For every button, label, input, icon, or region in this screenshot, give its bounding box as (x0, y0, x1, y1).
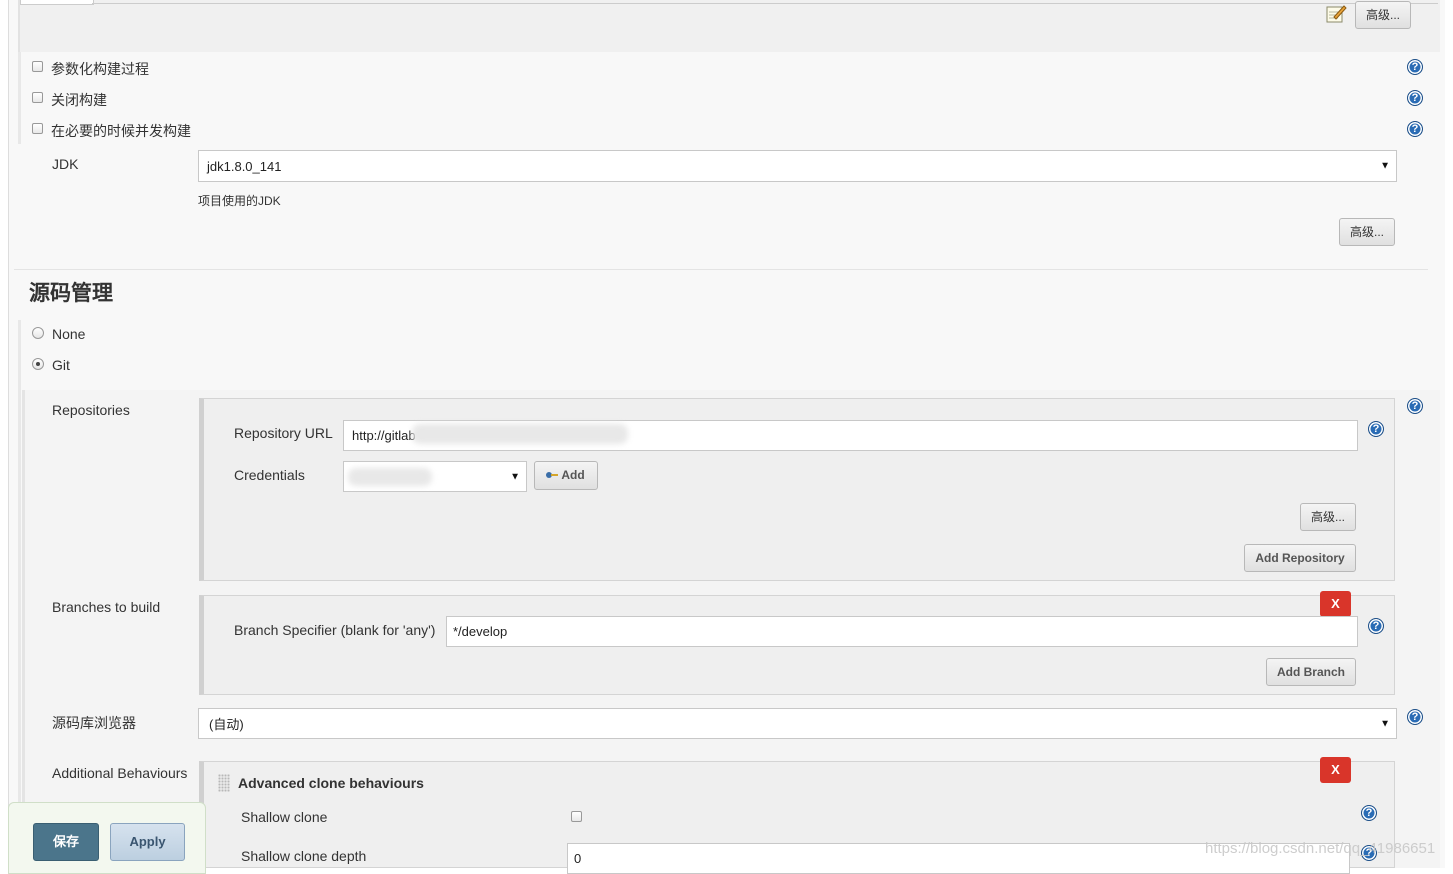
watermark: https://blog.csdn.net/qq_41986651 (1205, 840, 1436, 857)
behaviour-title: Advanced clone behaviours (238, 775, 424, 791)
apply-button[interactable]: Apply (110, 823, 185, 861)
remove-behaviour-button[interactable]: X (1320, 757, 1351, 783)
branch-specifier-label: Branch Specifier (blank for 'any') (234, 622, 436, 638)
repository-browser-label: 源码库浏览器 (52, 715, 136, 731)
help-icon[interactable]: ? (1407, 90, 1423, 106)
shallow-clone-checkbox[interactable] (571, 811, 582, 822)
repositories-label: Repositories (52, 402, 130, 418)
help-icon[interactable]: ? (1407, 121, 1423, 137)
add-repository-button[interactable]: Add Repository (1244, 544, 1356, 572)
help-icon[interactable]: ? (1407, 398, 1423, 414)
repository-advanced-button[interactable]: 高级... (1300, 503, 1356, 531)
help-icon[interactable]: ? (1361, 805, 1377, 821)
repository-url-value: http://gitlab (352, 428, 416, 443)
add-branch-button[interactable]: Add Branch (1266, 658, 1356, 686)
drag-handle-icon[interactable] (218, 774, 230, 792)
branches-to-build-label: Branches to build (52, 599, 161, 615)
scm-git-label: Git (52, 357, 70, 373)
notepad-icon[interactable] (1325, 4, 1347, 24)
concurrent-build-checkbox[interactable] (32, 123, 43, 134)
help-icon[interactable]: ? (1407, 709, 1423, 725)
add-credentials-button[interactable]: Add (534, 461, 598, 490)
section-indent-bar (18, 320, 21, 868)
branch-specifier-input[interactable]: */develop (446, 616, 1358, 647)
repository-url-label: Repository URL (234, 425, 333, 441)
help-icon[interactable]: ? (1407, 59, 1423, 75)
scm-none-radio[interactable] (32, 327, 44, 339)
top-section (18, 0, 1440, 52)
parameterized-build-label: 参数化构建过程 (51, 61, 149, 77)
disable-build-label: 关闭构建 (51, 92, 107, 108)
top-divider (92, 3, 1438, 4)
jdk-select-value: jdk1.8.0_141 (207, 158, 282, 174)
scm-section-title: 源码管理 (29, 282, 113, 305)
top-tab (20, 0, 94, 5)
help-icon[interactable]: ? (1368, 618, 1384, 634)
scm-none-label: None (52, 326, 86, 342)
add-credentials-label: Add (561, 468, 585, 482)
section-divider (14, 269, 1428, 270)
shallow-clone-depth-label: Shallow clone depth (241, 848, 367, 864)
parameterized-build-checkbox[interactable] (32, 61, 43, 72)
jdk-advanced-button[interactable]: 高级... (1339, 218, 1395, 246)
section-indent-bar (18, 52, 21, 144)
dropdown-arrow-icon: ▼ (1380, 160, 1390, 172)
save-button[interactable]: 保存 (33, 823, 99, 861)
jdk-help-text: 项目使用的JDK (198, 194, 281, 208)
remove-branch-button[interactable]: X (1320, 591, 1351, 617)
repository-browser-select[interactable]: (自动) ▼ (198, 708, 1397, 739)
dropdown-arrow-icon: ▼ (510, 471, 520, 482)
git-indent-bar (22, 390, 25, 868)
key-icon (545, 462, 559, 497)
jdk-select[interactable]: jdk1.8.0_141 ▼ (198, 150, 1397, 182)
top-advanced-button[interactable]: 高级... (1355, 1, 1411, 29)
repository-browser-value: (自动) (209, 717, 244, 732)
branch-specifier-value: */develop (453, 624, 508, 639)
dropdown-arrow-icon: ▼ (1380, 718, 1390, 729)
shallow-clone-depth-value: 0 (574, 851, 582, 866)
concurrent-build-label: 在必要的时候并发构建 (51, 123, 191, 139)
redacted-credentials (348, 468, 432, 486)
shallow-clone-label: Shallow clone (241, 809, 328, 825)
disable-build-checkbox[interactable] (32, 92, 43, 103)
redacted-url (412, 424, 628, 444)
credentials-label: Credentials (234, 467, 305, 483)
scm-git-radio[interactable] (32, 358, 44, 370)
help-icon[interactable]: ? (1368, 421, 1384, 437)
additional-behaviours-label: Additional Behaviours (52, 765, 188, 781)
jdk-label: JDK (52, 156, 79, 172)
